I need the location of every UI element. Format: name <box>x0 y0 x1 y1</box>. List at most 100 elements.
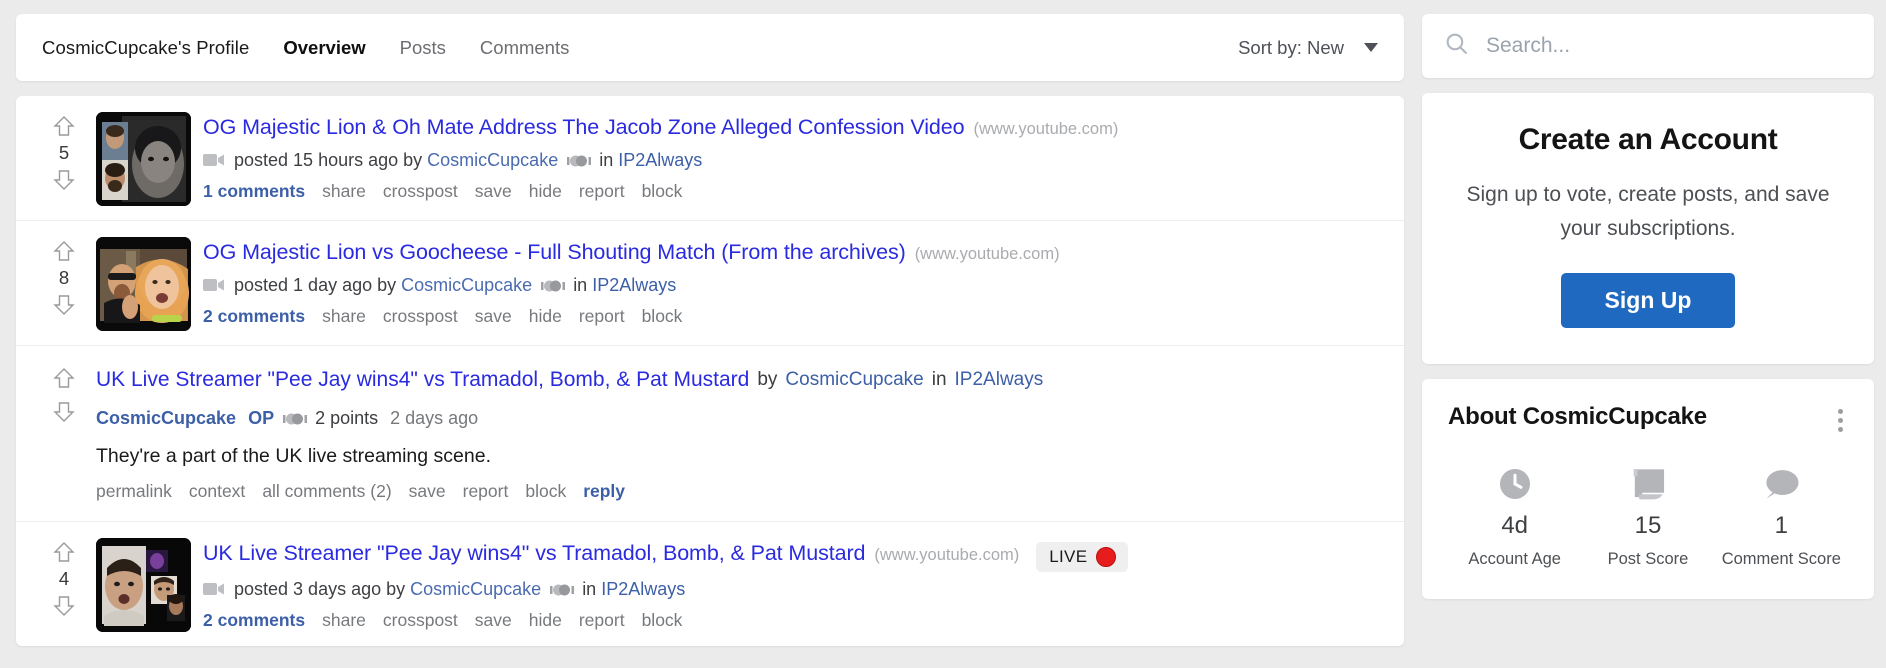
search-input[interactable] <box>1486 34 1852 58</box>
post-author-link[interactable]: CosmicCupcake <box>427 147 558 173</box>
table-row: 4 UK Live Streamer "Pee Jay wins4" vs Tr… <box>16 522 1404 646</box>
downvote-icon[interactable] <box>52 400 76 424</box>
post-title-link[interactable]: OG Majestic Lion vs Goocheese - Full Sho… <box>203 238 906 266</box>
action-report[interactable]: report <box>463 479 509 503</box>
tab-posts[interactable]: Posts <box>400 37 446 59</box>
post-thumbnail[interactable] <box>96 237 191 331</box>
comment-parent-post-link[interactable]: UK Live Streamer "Pee Jay wins4" vs Tram… <box>96 365 749 395</box>
downvote-icon[interactable] <box>52 168 76 192</box>
comment-community-link[interactable]: IP2Always <box>955 365 1044 395</box>
stat-value: 4d <box>1501 512 1529 539</box>
action-share[interactable]: share <box>322 304 366 328</box>
comment-in-word: in <box>931 369 947 390</box>
action-crosspost[interactable]: crosspost <box>383 608 458 632</box>
comment-author-link[interactable]: CosmicCupcake <box>96 405 236 431</box>
post-community-link[interactable]: IP2Always <box>601 576 685 602</box>
sort-label: Sort by: New <box>1238 36 1344 58</box>
comment-bubble-icon <box>1715 464 1848 504</box>
comment-timestamp: 2 days ago <box>390 408 479 428</box>
action-share[interactable]: share <box>322 179 366 203</box>
feed-list: 5 OG Majestic Lion & Oh Mate Address The… <box>16 96 1404 646</box>
table-row: 5 OG Majestic Lion & Oh Mate Address The… <box>16 96 1404 221</box>
upvote-icon[interactable] <box>52 540 76 564</box>
post-thumbnail[interactable] <box>96 538 191 632</box>
stat-account-age: 4d Account Age <box>1448 464 1581 569</box>
action-report[interactable]: report <box>579 304 625 328</box>
action-save[interactable]: save <box>475 608 512 632</box>
action-save[interactable]: save <box>475 179 512 203</box>
post-meta: posted 3 days ago by CosmicCupcake in IP… <box>203 576 1384 602</box>
stat-label: Account Age <box>1468 550 1561 568</box>
post-comments-link[interactable]: 1 comments <box>203 179 305 203</box>
upvote-icon[interactable] <box>52 239 76 263</box>
post-community-link[interactable]: IP2Always <box>592 272 676 298</box>
video-camera-icon <box>203 581 225 597</box>
comment-parent-author-link[interactable]: CosmicCupcake <box>785 365 923 395</box>
post-comments-link[interactable]: 2 comments <box>203 304 305 328</box>
community-icon <box>541 278 566 294</box>
profile-header-bar: CosmicCupcake's Profile Overview Posts C… <box>16 14 1404 81</box>
action-block[interactable]: block <box>642 179 683 203</box>
live-badge-label: LIVE <box>1049 547 1088 566</box>
post-title-link[interactable]: UK Live Streamer "Pee Jay wins4" vs Tram… <box>203 539 865 567</box>
post-community-link[interactable]: IP2Always <box>618 147 702 173</box>
vote-controls: 5 <box>38 112 90 206</box>
upvote-icon[interactable] <box>52 114 76 138</box>
post-comments-link[interactable]: 2 comments <box>203 608 305 632</box>
community-icon <box>550 582 575 598</box>
sign-up-button[interactable]: Sign Up <box>1560 273 1736 328</box>
sort-dropdown[interactable]: Sort by: New <box>1238 37 1378 59</box>
action-hide[interactable]: hide <box>529 304 562 328</box>
sidebar: Create an Account Sign up to vote, creat… <box>1422 14 1874 668</box>
stat-label: Comment Score <box>1721 550 1841 568</box>
action-share[interactable]: share <box>322 608 366 632</box>
post-content: OG Majestic Lion vs Goocheese - Full Sho… <box>203 237 1384 331</box>
action-reply[interactable]: reply <box>583 479 625 503</box>
vote-score: 8 <box>58 267 70 288</box>
downvote-icon[interactable] <box>52 594 76 618</box>
action-report[interactable]: report <box>579 179 625 203</box>
comment-parent-line: UK Live Streamer "Pee Jay wins4" vs Tram… <box>96 365 1384 395</box>
action-hide[interactable]: hide <box>529 179 562 203</box>
about-card: About CosmicCupcake 4d Account Age 15 Po… <box>1422 379 1874 599</box>
stat-comment-score: 1 Comment Score <box>1715 464 1848 569</box>
post-author-link[interactable]: CosmicCupcake <box>401 272 532 298</box>
about-title: About CosmicCupcake <box>1448 403 1707 430</box>
post-meta: posted 1 day ago by CosmicCupcake in IP2… <box>203 272 1384 298</box>
post-thumbnail[interactable] <box>96 112 191 206</box>
stat-label: Post Score <box>1607 550 1689 568</box>
table-row: 8 OG Majestic Lion vs Goocheese - Full S… <box>16 221 1404 346</box>
tab-comments[interactable]: Comments <box>480 37 569 59</box>
live-dot-icon <box>1096 547 1117 567</box>
post-title-line: OG Majestic Lion & Oh Mate Address The J… <box>203 113 1384 141</box>
downvote-icon[interactable] <box>52 293 76 317</box>
action-block[interactable]: block <box>642 304 683 328</box>
action-permalink[interactable]: permalink <box>96 479 172 503</box>
action-save[interactable]: save <box>409 479 446 503</box>
action-crosspost[interactable]: crosspost <box>383 179 458 203</box>
comment-content: UK Live Streamer "Pee Jay wins4" vs Tram… <box>96 364 1384 503</box>
action-context[interactable]: context <box>189 479 245 503</box>
action-report[interactable]: report <box>579 608 625 632</box>
post-meta: posted 15 hours ago by CosmicCupcake in … <box>203 147 1384 173</box>
action-crosspost[interactable]: crosspost <box>383 304 458 328</box>
main-column: CosmicCupcake's Profile Overview Posts C… <box>16 14 1404 668</box>
post-title-line: UK Live Streamer "Pee Jay wins4" vs Tram… <box>203 539 1384 572</box>
action-block[interactable]: block <box>642 608 683 632</box>
vote-controls: 4 <box>38 538 90 632</box>
vote-score: 4 <box>58 568 70 589</box>
action-save[interactable]: save <box>475 304 512 328</box>
about-header: About CosmicCupcake <box>1448 403 1848 438</box>
post-author-link[interactable]: CosmicCupcake <box>410 576 541 602</box>
kebab-menu-icon[interactable] <box>1833 403 1848 438</box>
action-block[interactable]: block <box>525 479 566 503</box>
upvote-icon[interactable] <box>52 366 76 390</box>
scroll-icon <box>1581 464 1714 504</box>
action-all-comments[interactable]: all comments (2) <box>262 479 391 503</box>
stat-post-score: 15 Post Score <box>1581 464 1714 569</box>
action-hide[interactable]: hide <box>529 608 562 632</box>
post-title-link[interactable]: OG Majestic Lion & Oh Mate Address The J… <box>203 113 965 141</box>
post-title-line: OG Majestic Lion vs Goocheese - Full Sho… <box>203 238 1384 266</box>
video-camera-icon <box>203 277 225 293</box>
tab-overview[interactable]: Overview <box>283 37 365 59</box>
